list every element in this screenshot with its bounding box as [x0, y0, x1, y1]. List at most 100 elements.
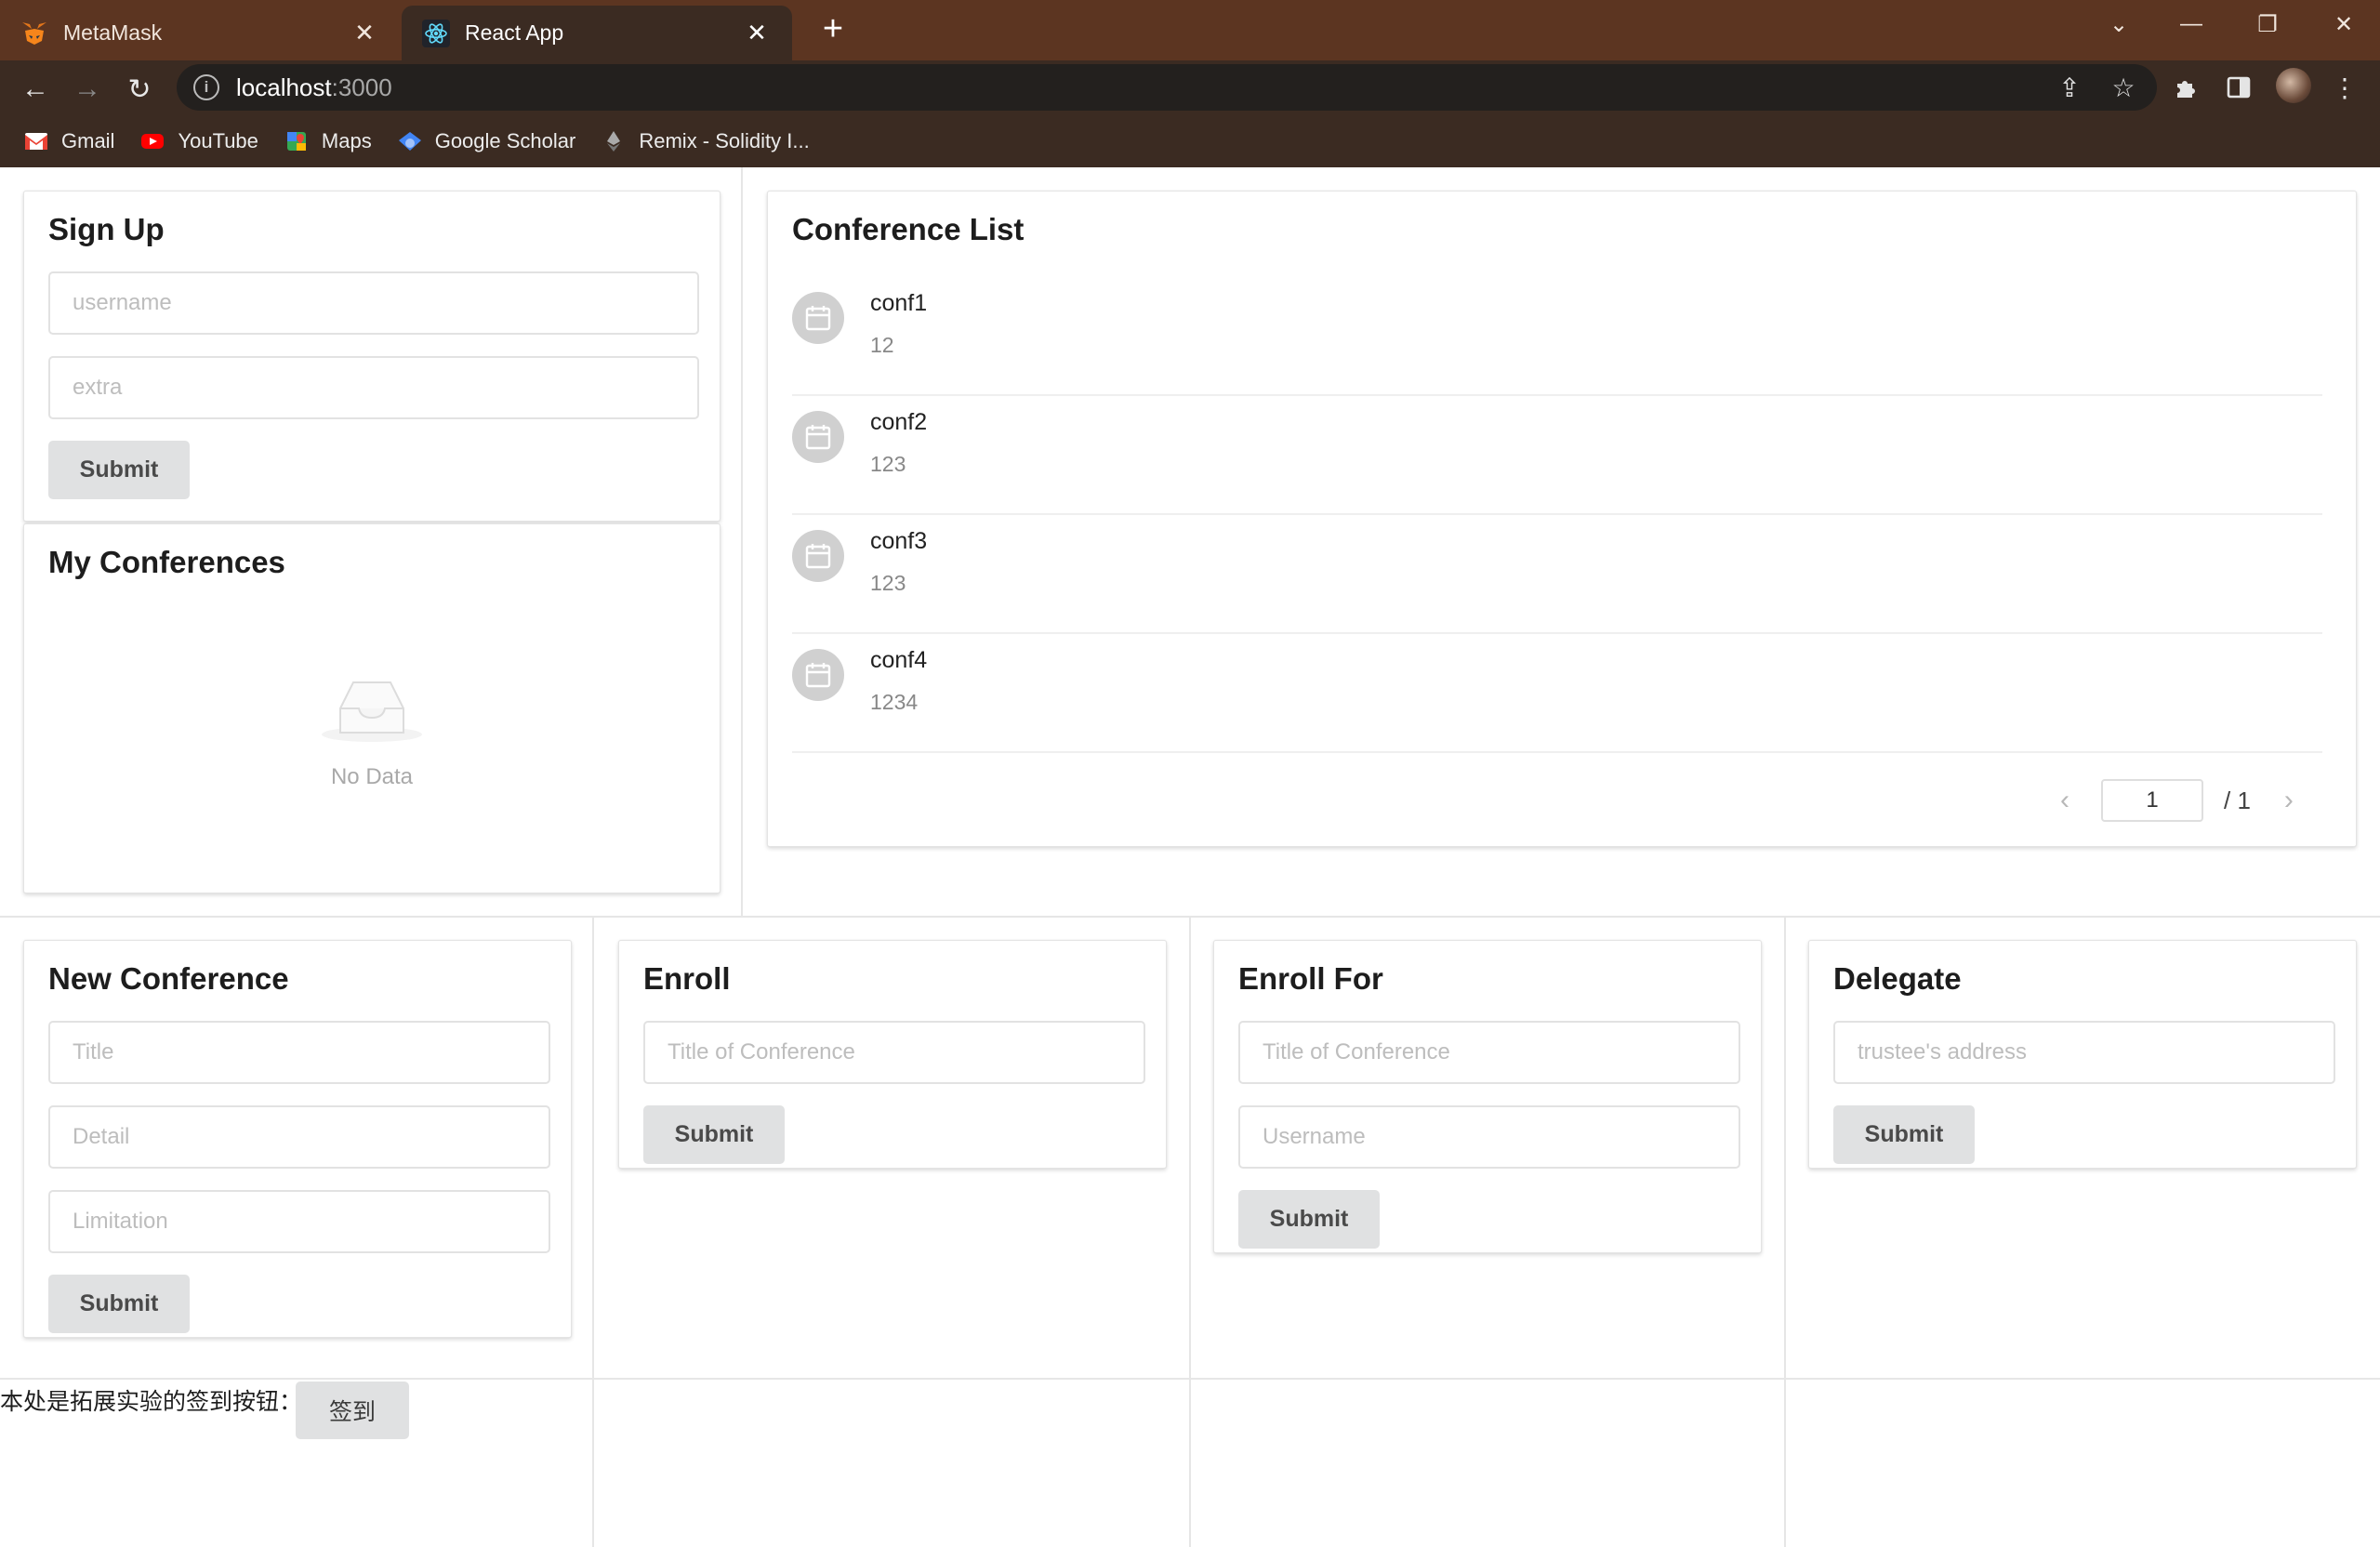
side-panel-icon[interactable]: [2220, 69, 2257, 106]
new-tab-button[interactable]: +: [813, 9, 853, 50]
conference-list-card: Conference List conf1 12 conf2 123 conf3…: [767, 191, 2357, 847]
enroll-for-submit-button[interactable]: Submit: [1238, 1190, 1380, 1249]
my-conferences-card: My Conferences No Data: [23, 523, 721, 893]
delegate-title: Delegate: [1833, 961, 1962, 996]
extensions-puzzle-icon[interactable]: [2168, 69, 2205, 106]
enroll-submit-button[interactable]: Submit: [643, 1105, 785, 1164]
trustee-address-input[interactable]: trustee's address: [1833, 1021, 2335, 1084]
conference-list-item[interactable]: conf1 12: [792, 277, 2322, 396]
bookmarks-bar: Gmail YouTube Maps Google Scholar Remix …: [0, 115, 2380, 167]
enroll-for-username-input[interactable]: Username: [1238, 1105, 1740, 1169]
conference-name: conf1: [870, 290, 928, 316]
site-info-icon[interactable]: i: [193, 74, 219, 100]
address-bar[interactable]: i localhost:3000: [177, 64, 2157, 111]
tab-react-app[interactable]: React App ✕: [402, 6, 792, 60]
bookmark-maps[interactable]: Maps: [284, 129, 372, 153]
tab-close-icon[interactable]: ✕: [350, 19, 379, 47]
bookmark-remix[interactable]: Remix - Solidity I...: [602, 129, 810, 153]
conference-title-input[interactable]: Title: [48, 1021, 550, 1084]
minimize-icon[interactable]: —: [2159, 0, 2224, 48]
bookmark-label: Gmail: [61, 129, 115, 152]
enroll-for-conference-input[interactable]: Title of Conference: [1238, 1021, 1740, 1084]
delegate-card: Delegate trustee's address Submit: [1808, 940, 2357, 1169]
conference-name: conf3: [870, 528, 928, 554]
enroll-for-title: Enroll For: [1238, 961, 1383, 996]
conference-detail: 12: [870, 333, 894, 357]
enroll-card: Enroll Title of Conference Submit: [618, 940, 1167, 1169]
calendar-icon: [792, 530, 844, 582]
bookmark-label: YouTube: [178, 129, 258, 152]
signup-title: Sign Up: [48, 212, 165, 246]
next-page-icon[interactable]: ›: [2284, 785, 2294, 816]
new-conference-title: New Conference: [48, 961, 289, 996]
conference-list-item[interactable]: conf2 123: [792, 396, 2322, 515]
url-port: :3000: [331, 73, 392, 101]
tab-title: React App: [465, 20, 564, 45]
page-total: / 1: [2224, 786, 2251, 814]
reload-icon[interactable]: ↻: [121, 71, 158, 108]
prev-page-icon[interactable]: ‹: [2060, 785, 2069, 816]
tab-close-icon[interactable]: ✕: [742, 19, 772, 47]
calendar-icon: [792, 411, 844, 463]
react-logo-icon: [422, 19, 450, 47]
conference-limitation-input[interactable]: Limitation: [48, 1190, 550, 1253]
restore-icon[interactable]: ❐: [2235, 0, 2300, 48]
bookmark-label: Maps: [321, 129, 372, 152]
enroll-title: Enroll: [643, 961, 731, 996]
signin-button[interactable]: 签到: [296, 1382, 409, 1439]
conference-detail-input[interactable]: Detail: [48, 1105, 550, 1169]
page-content: Sign Up username extra Submit My Confere…: [0, 167, 2380, 1547]
empty-inbox-icon: [24, 677, 720, 748]
profile-avatar[interactable]: [2276, 68, 2311, 103]
column-divider: [592, 917, 594, 1547]
more-menu-icon[interactable]: ⋮: [2326, 69, 2363, 106]
row-divider: [0, 1378, 2380, 1380]
calendar-icon: [792, 292, 844, 344]
signin-prompt-text: 本处是拓展实验的签到按钮：: [0, 1388, 303, 1415]
tab-metamask[interactable]: MetaMask ✕: [0, 6, 400, 60]
signup-submit-button[interactable]: Submit: [48, 441, 190, 499]
delegate-submit-button[interactable]: Submit: [1833, 1105, 1975, 1164]
url-host: localhost: [236, 73, 332, 101]
conference-list-item[interactable]: conf3 123: [792, 515, 2322, 634]
forward-arrow-icon[interactable]: →: [69, 71, 106, 108]
new-conference-card: New Conference Title Detail Limitation S…: [23, 940, 572, 1338]
page-number-input[interactable]: 1: [2101, 779, 2203, 822]
conference-detail: 123: [870, 571, 906, 595]
conference-list-item[interactable]: conf4 1234: [792, 634, 2322, 753]
column-divider: [741, 167, 743, 917]
my-conferences-title: My Conferences: [48, 545, 285, 579]
empty-state-text: No Data: [330, 764, 414, 789]
bookmark-star-icon[interactable]: ☆: [2105, 69, 2142, 106]
tab-search-icon[interactable]: ⌄: [2086, 0, 2151, 48]
column-divider: [1189, 917, 1191, 1547]
calendar-icon: [792, 649, 844, 701]
scholar-icon: [398, 131, 422, 152]
share-icon[interactable]: ⇪: [2051, 69, 2088, 106]
extra-input[interactable]: extra: [48, 356, 699, 419]
conference-detail: 1234: [870, 690, 919, 714]
column-divider: [1784, 917, 1786, 1547]
back-arrow-icon[interactable]: ←: [17, 71, 54, 108]
bookmark-label: Google Scholar: [434, 129, 576, 152]
bookmark-youtube[interactable]: YouTube: [140, 129, 258, 153]
conference-name: conf4: [870, 647, 928, 673]
new-conference-submit-button[interactable]: Submit: [48, 1275, 190, 1333]
ethereum-icon: [602, 131, 626, 152]
signup-card: Sign Up username extra Submit: [23, 191, 721, 522]
bookmark-gmail[interactable]: Gmail: [24, 129, 114, 153]
metamask-fox-icon: [20, 20, 48, 47]
conference-list-title: Conference List: [792, 212, 1025, 246]
browser-tab-strip: MetaMask ✕ React App ✕ + ⌄ — ❐ ✕: [0, 0, 2380, 60]
username-input[interactable]: username: [48, 271, 699, 335]
enroll-conference-input[interactable]: Title of Conference: [643, 1021, 1145, 1084]
conference-detail: 123: [870, 452, 906, 476]
conference-name: conf2: [870, 409, 928, 435]
youtube-icon: [140, 131, 165, 152]
tab-title: MetaMask: [63, 20, 163, 45]
pagination: ‹ 1 / 1 ›: [2060, 779, 2294, 822]
maps-icon: [284, 131, 309, 152]
bookmark-label: Remix - Solidity I...: [639, 129, 810, 152]
bookmark-google-scholar[interactable]: Google Scholar: [398, 129, 576, 153]
close-window-icon[interactable]: ✕: [2311, 0, 2376, 48]
